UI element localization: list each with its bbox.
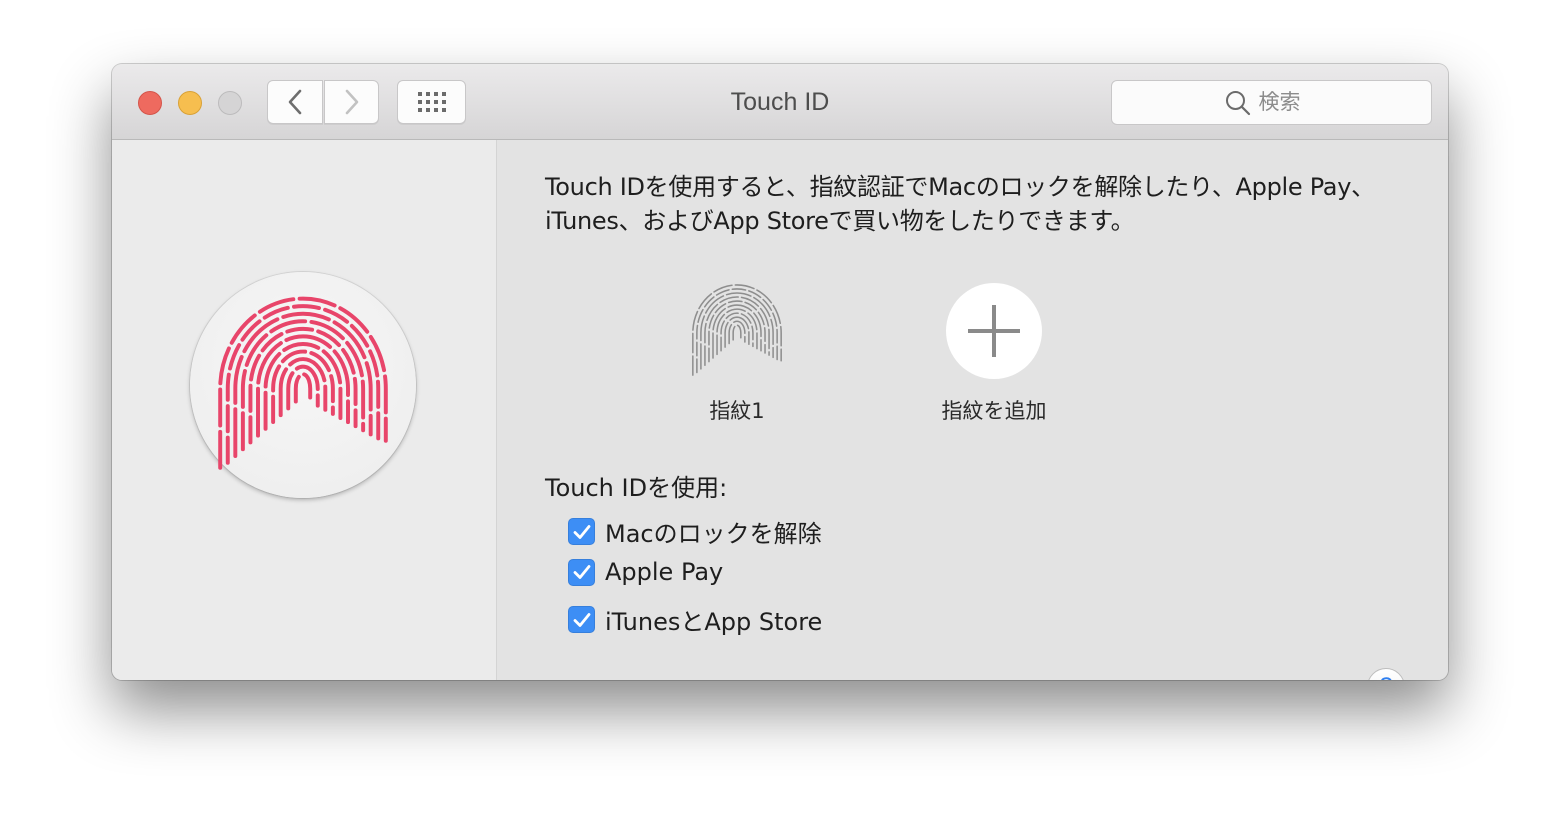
search-input[interactable] (1258, 90, 1319, 115)
help-button[interactable]: ? (1367, 668, 1405, 680)
option-label[interactable]: iTunesとApp Store (605, 602, 822, 637)
content-pane: Touch IDを使用すると、指紋認証でMacのロックを解除したり、Apple … (497, 140, 1448, 680)
fingerprint-ridge (240, 319, 366, 452)
checkbox-unlock-mac[interactable] (568, 518, 595, 545)
fingerprint-tile[interactable] (689, 283, 785, 379)
touch-id-badge (190, 272, 416, 498)
option-apple-pay[interactable]: Apple Pay (568, 558, 723, 586)
title-bar: Touch ID (112, 64, 1448, 140)
fingerprint-icon (692, 284, 782, 376)
checkmark-icon (573, 565, 590, 579)
touch-id-fingerprint-icon (218, 296, 388, 470)
fingerprint-label[interactable]: 指紋1 (657, 395, 817, 425)
preferences-window: Touch ID Touch IDを使用すると、指紋認証でMacのロックを解除し… (112, 64, 1448, 680)
option-itunes-app-store[interactable]: iTunesとApp Store (568, 602, 822, 637)
fingerprint-ridge (728, 320, 746, 345)
sidebar (112, 140, 497, 680)
checkbox-apple-pay[interactable] (568, 558, 595, 586)
fingerprint-1[interactable]: 指紋1 (657, 283, 817, 425)
checkbox-itunes-app-store[interactable] (568, 606, 595, 633)
checkmark-icon (573, 524, 590, 539)
option-label[interactable]: Apple Pay (605, 558, 723, 586)
description-text: Touch IDを使用すると、指紋認証でMacのロックを解除したり、Apple … (545, 173, 1375, 235)
checkmark-icon (573, 612, 590, 627)
search-field[interactable] (1111, 80, 1432, 125)
fingerprint-ridge (704, 296, 770, 367)
add-fingerprint-button[interactable] (946, 283, 1042, 379)
search-icon (1225, 90, 1250, 115)
fingerprint-ridge (732, 324, 742, 341)
fingerprint-ridge (293, 372, 313, 404)
add-fingerprint[interactable]: 指紋を追加 (914, 283, 1074, 425)
fingerprint-ridge (263, 341, 343, 431)
option-label[interactable]: Macのロックを解除 (605, 514, 822, 549)
add-fingerprint-label[interactable]: 指紋を追加 (914, 395, 1074, 425)
fingerprint-ridge (692, 284, 782, 376)
usage-heading: Touch IDを使用: (545, 474, 728, 502)
plus-icon (968, 305, 1020, 357)
option-unlock-mac[interactable]: Macのロックを解除 (568, 514, 822, 549)
fingerprint-ridge (716, 308, 758, 356)
